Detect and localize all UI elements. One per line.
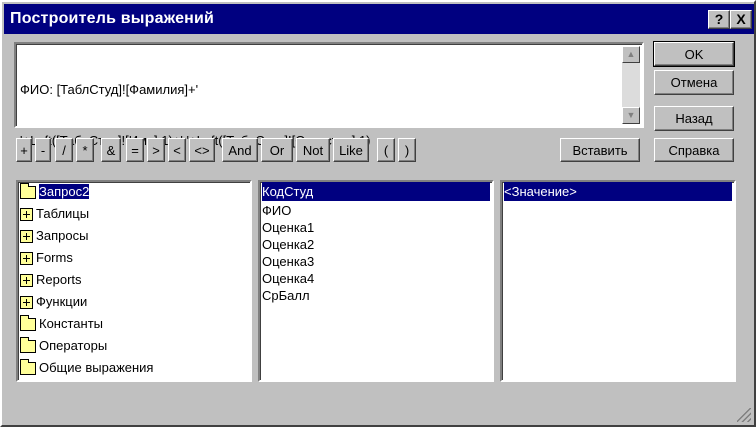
folder-icon [20, 315, 36, 332]
tree-item-queries[interactable]: Запросы [20, 226, 88, 245]
op-not-button[interactable]: Not [296, 138, 330, 162]
op-not-equal-button[interactable]: <> [189, 138, 215, 162]
object-tree-list[interactable]: Запрос2 Таблицы Запросы Forms Reports Фу… [16, 180, 252, 382]
tree-item-functions[interactable]: Функции [20, 292, 87, 311]
insert-button[interactable]: Вставить [560, 138, 640, 162]
list-item[interactable]: <Значение> [504, 182, 732, 201]
tree-item-label: Запросы [36, 228, 89, 243]
close-button[interactable]: X [730, 10, 752, 29]
tree-item-reports[interactable]: Reports [20, 270, 82, 289]
folder-open-icon [20, 183, 36, 200]
scroll-up-icon[interactable]: ▲ [622, 46, 640, 63]
tree-item-tables[interactable]: Таблицы [20, 204, 89, 223]
expand-folder-icon[interactable] [20, 208, 33, 222]
expand-folder-icon[interactable] [20, 274, 33, 288]
back-button[interactable]: Назад [654, 106, 734, 131]
op-open-paren-button[interactable]: ( [377, 138, 395, 162]
title-bar[interactable]: Построитель выражений ? X [4, 4, 754, 34]
tree-item-label: Таблицы [36, 206, 90, 221]
expression-builder-window: Построитель выражений ? X ФИО: [ТаблСтуд… [0, 0, 756, 427]
op-divide-button[interactable]: / [55, 138, 73, 162]
op-minus-button[interactable]: - [35, 138, 51, 162]
tree-item-label: Операторы [39, 338, 108, 353]
list-item[interactable]: КодСтуд [262, 182, 490, 201]
op-or-button[interactable]: Or [261, 138, 293, 162]
op-less-button[interactable]: < [168, 138, 186, 162]
expression-line-1: ФИО: [ТаблСтуд]![Фамилия]+' [20, 82, 199, 97]
op-concat-button[interactable]: & [101, 138, 121, 162]
expression-scrollbar[interactable]: ▲ ▼ [622, 46, 640, 124]
op-multiply-button[interactable]: * [76, 138, 94, 162]
tree-item-common-expressions[interactable]: Общие выражения [20, 358, 153, 377]
tree-item-constants[interactable]: Константы [20, 314, 103, 333]
cancel-button[interactable]: Отмена [654, 70, 734, 95]
tree-item-label: Reports [36, 272, 82, 287]
op-greater-button[interactable]: > [147, 138, 165, 162]
fields-list[interactable]: КодСтуд ФИО Оценка1 Оценка2 Оценка3 Оцен… [258, 180, 494, 382]
expression-input[interactable]: ФИО: [ТаблСтуд]![Фамилия]+' '+Left([Табл… [14, 42, 644, 148]
expand-folder-icon[interactable] [20, 230, 33, 244]
ok-button[interactable]: OK [653, 41, 735, 67]
tree-item-forms[interactable]: Forms [20, 248, 73, 267]
op-and-button[interactable]: And [222, 138, 258, 162]
op-like-button[interactable]: Like [333, 138, 369, 162]
help-title-button[interactable]: ? [708, 10, 730, 29]
tree-item-label: Forms [36, 250, 73, 265]
op-equals-button[interactable]: = [126, 138, 144, 162]
expand-folder-icon[interactable] [20, 296, 33, 310]
tree-item-zapros2[interactable]: Запрос2 [20, 182, 90, 201]
window-title: Построитель выражений [10, 10, 215, 27]
scroll-down-icon[interactable]: ▼ [622, 107, 640, 124]
op-plus-button[interactable]: + [16, 138, 32, 162]
tree-item-operators[interactable]: Операторы [20, 336, 107, 355]
op-close-paren-button[interactable]: ) [398, 138, 416, 162]
tree-item-label: Константы [39, 316, 103, 331]
help-button[interactable]: Справка [654, 138, 734, 162]
resize-grip-icon[interactable] [737, 408, 751, 422]
expand-folder-icon[interactable] [20, 252, 33, 266]
folder-icon [20, 337, 36, 354]
tree-item-label: Функции [36, 294, 88, 309]
tree-item-label: Общие выражения [39, 360, 154, 375]
values-list[interactable]: <Значение> [500, 180, 736, 382]
list-item[interactable]: СрБалл [262, 286, 310, 305]
folder-icon [20, 359, 36, 376]
expression-text: ФИО: [ТаблСтуд]![Фамилия]+' '+Left([Табл… [20, 47, 610, 183]
tree-item-label: Запрос2 [39, 184, 90, 199]
